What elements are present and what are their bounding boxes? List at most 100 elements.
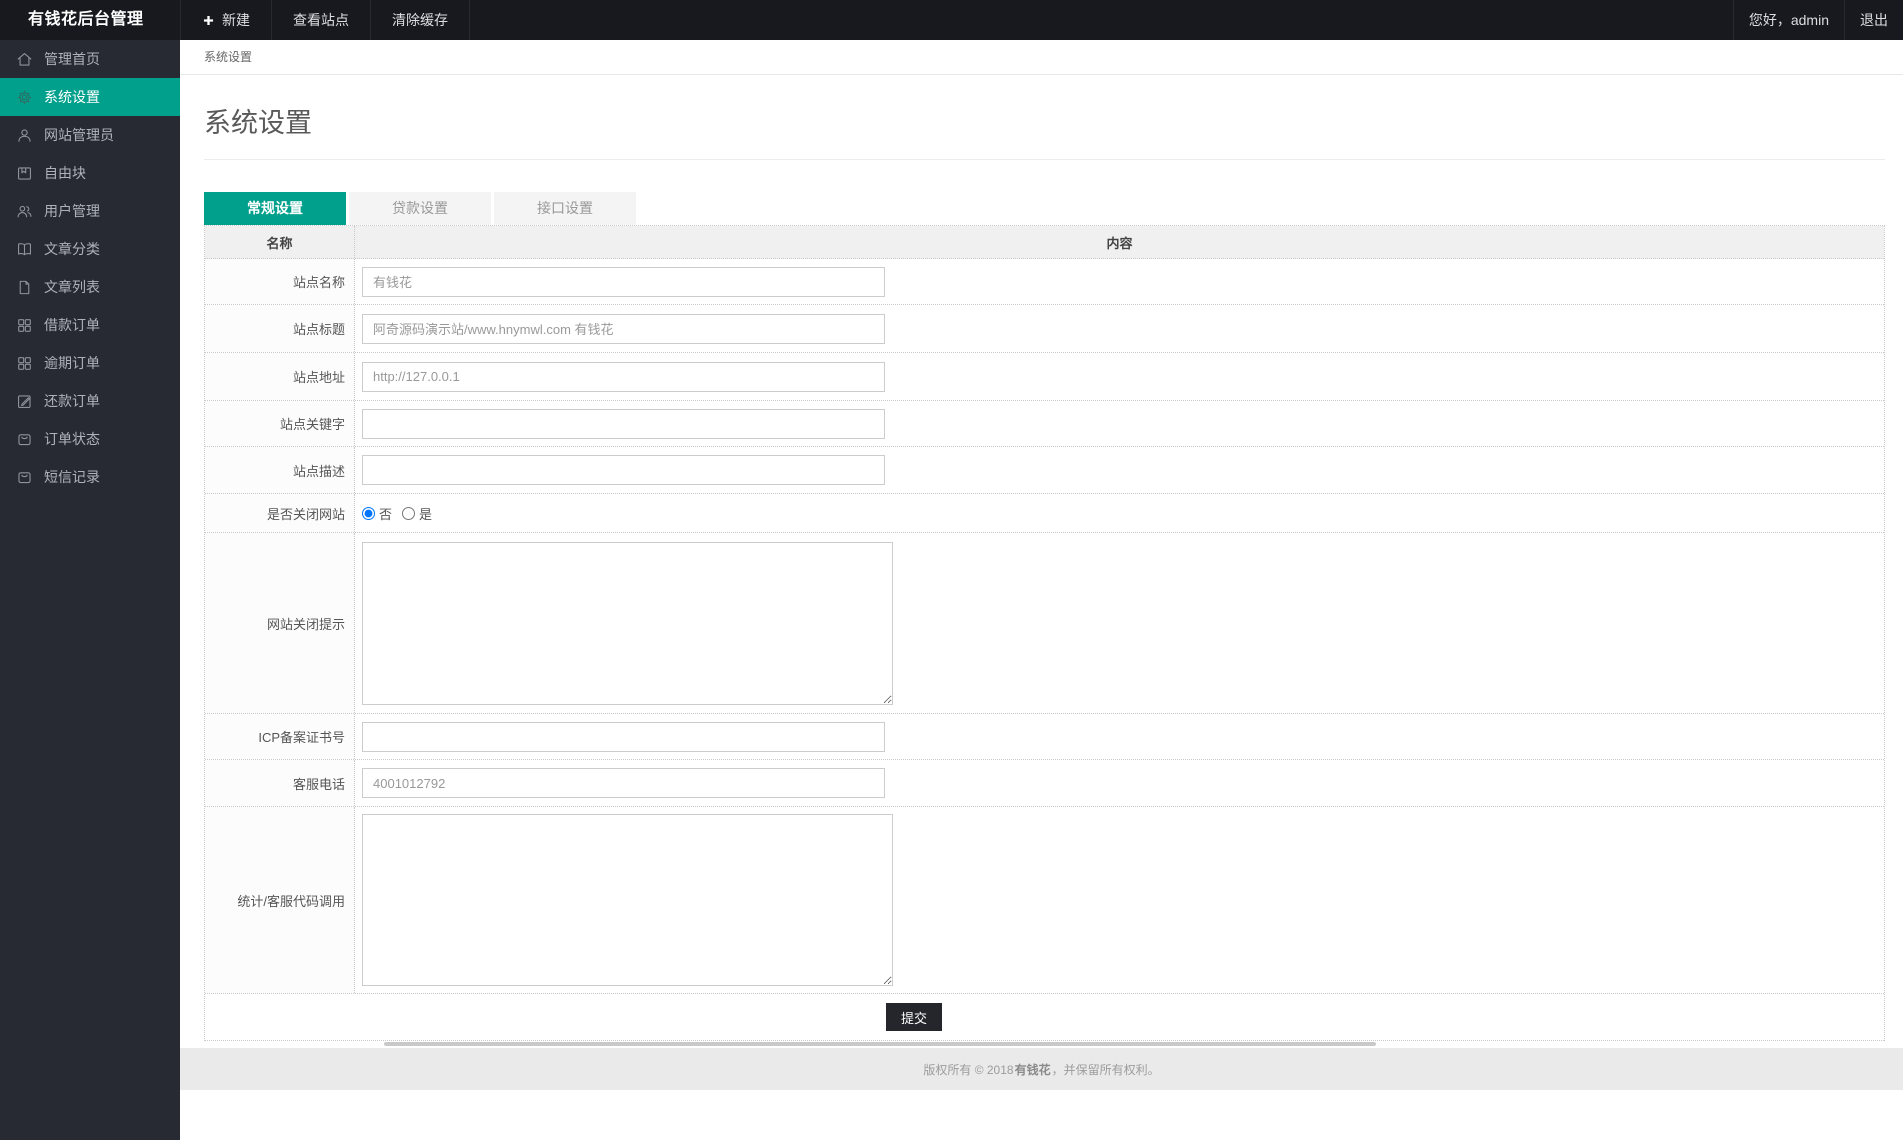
tab-loan-settings[interactable]: 贷款设置 bbox=[349, 192, 491, 225]
sidebar-item-overdue-orders[interactable]: 逾期订单 bbox=[0, 344, 180, 382]
sidebar-item-free-block[interactable]: 自由块 bbox=[0, 154, 180, 192]
new-button[interactable]: 新建 bbox=[180, 0, 271, 40]
field-label: 站点描述 bbox=[205, 447, 355, 493]
copyright-brand: 有钱花 bbox=[1014, 1062, 1051, 1077]
table-row: 是否关闭网站 否 是 bbox=[205, 494, 1884, 533]
sidebar-item-label: 逾期订单 bbox=[44, 355, 100, 371]
header-name-col: 名称 bbox=[205, 226, 355, 258]
field-label: 站点名称 bbox=[205, 259, 355, 304]
site-title-input[interactable] bbox=[362, 313, 885, 344]
radio-label-yes: 是 bbox=[419, 506, 433, 522]
copyright-suffix: ，并保留所有权利。 bbox=[1051, 1062, 1160, 1077]
clear-cache-button[interactable]: 清除缓存 bbox=[370, 0, 470, 40]
user-icon bbox=[16, 127, 33, 144]
submit-button[interactable]: 提交 bbox=[886, 1003, 942, 1031]
sidebar-item-label: 文章分类 bbox=[44, 241, 100, 257]
table-row: 站点关键字 bbox=[205, 401, 1884, 447]
sidebar-item-label: 用户管理 bbox=[44, 203, 100, 219]
table-row: 统计/客服代码调用 bbox=[205, 807, 1884, 994]
field-label: 站点标题 bbox=[205, 305, 355, 352]
bag-icon bbox=[16, 431, 33, 448]
topbar-right: 您好，admin 退出 bbox=[1732, 0, 1903, 40]
table-header-row: 名称 内容 bbox=[205, 226, 1884, 259]
settings-tabs: 常规设置 贷款设置 接口设置 bbox=[204, 192, 1885, 225]
file-icon bbox=[16, 279, 33, 296]
site-name-input[interactable] bbox=[362, 266, 885, 297]
sidebar-item-label: 管理首页 bbox=[44, 51, 100, 67]
user-greeting[interactable]: 您好，admin bbox=[1732, 0, 1844, 40]
grid-icon bbox=[16, 355, 33, 372]
close-site-radio-yes[interactable] bbox=[402, 506, 416, 520]
sidebar: 管理首页 系统设置 网站管理员 自由块 用户管理 文章分类 文章列表 借款订单 … bbox=[0, 40, 180, 1140]
sidebar-item-loan-orders[interactable]: 借款订单 bbox=[0, 306, 180, 344]
site-url-input[interactable] bbox=[362, 361, 885, 392]
sidebar-item-article-list[interactable]: 文章列表 bbox=[0, 268, 180, 306]
gear-icon bbox=[16, 89, 33, 106]
sidebar-item-repayment-orders[interactable]: 还款订单 bbox=[0, 382, 180, 420]
service-phone-input[interactable] bbox=[362, 768, 885, 798]
grid-icon bbox=[16, 317, 33, 334]
home-icon bbox=[16, 51, 33, 68]
page-title: 系统设置 bbox=[204, 108, 312, 138]
sidebar-item-order-status[interactable]: 订单状态 bbox=[0, 420, 180, 458]
field-label: ICP备案证书号 bbox=[205, 714, 355, 759]
icp-number-input[interactable] bbox=[362, 721, 885, 752]
new-button-label: 新建 bbox=[222, 12, 250, 28]
site-description-input[interactable] bbox=[362, 455, 885, 485]
close-site-radio-group: 否 是 bbox=[362, 504, 442, 523]
analytics-code-textarea[interactable] bbox=[362, 814, 893, 986]
plus-icon bbox=[202, 14, 215, 27]
sidebar-item-label: 文章列表 bbox=[44, 279, 100, 295]
table-row: 站点标题 bbox=[205, 305, 1884, 353]
sidebar-item-system-settings[interactable]: 系统设置 bbox=[0, 78, 180, 116]
table-row: ICP备案证书号 bbox=[205, 714, 1884, 760]
sidebar-item-home[interactable]: 管理首页 bbox=[0, 40, 180, 78]
sidebar-item-sms-records[interactable]: 短信记录 bbox=[0, 458, 180, 496]
radio-label-no: 否 bbox=[379, 506, 393, 522]
breadcrumb: 系统设置 bbox=[180, 40, 1903, 75]
view-site-label: 查看站点 bbox=[293, 12, 349, 28]
clear-cache-label: 清除缓存 bbox=[392, 12, 448, 28]
field-label: 是否关闭网站 bbox=[205, 494, 355, 532]
logout-button[interactable]: 退出 bbox=[1844, 0, 1903, 40]
app-title: 有钱花后台管理 bbox=[28, 11, 144, 28]
sidebar-item-label: 系统设置 bbox=[44, 89, 100, 105]
field-label: 统计/客服代码调用 bbox=[205, 807, 355, 993]
footer: 版权所有 © 2018 有钱花 ，并保留所有权利。 bbox=[180, 1048, 1903, 1090]
table-row: 站点名称 bbox=[205, 259, 1884, 305]
sidebar-item-label: 自由块 bbox=[44, 165, 86, 181]
book-icon bbox=[16, 241, 33, 258]
table-row: 站点地址 bbox=[205, 353, 1884, 401]
header-content-col: 内容 bbox=[1106, 235, 1133, 251]
users-icon bbox=[16, 203, 33, 220]
sidebar-item-label: 还款订单 bbox=[44, 393, 100, 409]
sidebar-item-label: 短信记录 bbox=[44, 469, 100, 485]
table-row: 网站关闭提示 bbox=[205, 533, 1884, 714]
submit-row: 提交 bbox=[205, 994, 1884, 1041]
field-label: 客服电话 bbox=[205, 760, 355, 806]
sidebar-item-label: 订单状态 bbox=[44, 431, 100, 447]
sidebar-item-article-categories[interactable]: 文章分类 bbox=[0, 230, 180, 268]
tab-api-settings[interactable]: 接口设置 bbox=[494, 192, 636, 225]
copyright-prefix: 版权所有 © 2018 bbox=[923, 1062, 1014, 1077]
settings-form-table: 名称 内容 站点名称 站点标题 站点地址 站点关键字 站点描述 bbox=[204, 225, 1885, 1041]
site-keywords-input[interactable] bbox=[362, 408, 885, 439]
close-site-message-textarea[interactable] bbox=[362, 541, 893, 705]
sidebar-item-user-management[interactable]: 用户管理 bbox=[0, 192, 180, 230]
view-site-button[interactable]: 查看站点 bbox=[271, 0, 370, 40]
sidebar-item-label: 网站管理员 bbox=[44, 127, 114, 143]
sidebar-item-site-admin[interactable]: 网站管理员 bbox=[0, 116, 180, 154]
message-icon bbox=[16, 469, 33, 486]
close-site-radio-no[interactable] bbox=[362, 506, 375, 520]
field-label: 站点关键字 bbox=[205, 401, 355, 446]
table-row: 客服电话 bbox=[205, 760, 1884, 807]
main-content: 系统设置 系统设置 常规设置 贷款设置 接口设置 名称 内容 站点名称 站点标题… bbox=[180, 40, 1903, 1140]
topbar-menu: 新建 查看站点 清除缓存 bbox=[180, 0, 470, 40]
table-row: 站点描述 bbox=[205, 447, 1884, 494]
tab-general-settings[interactable]: 常规设置 bbox=[204, 192, 346, 225]
sidebar-item-label: 借款订单 bbox=[44, 317, 100, 333]
horizontal-scrollbar[interactable] bbox=[384, 1042, 1376, 1046]
edit-icon bbox=[16, 393, 33, 410]
field-label: 站点地址 bbox=[205, 353, 355, 400]
